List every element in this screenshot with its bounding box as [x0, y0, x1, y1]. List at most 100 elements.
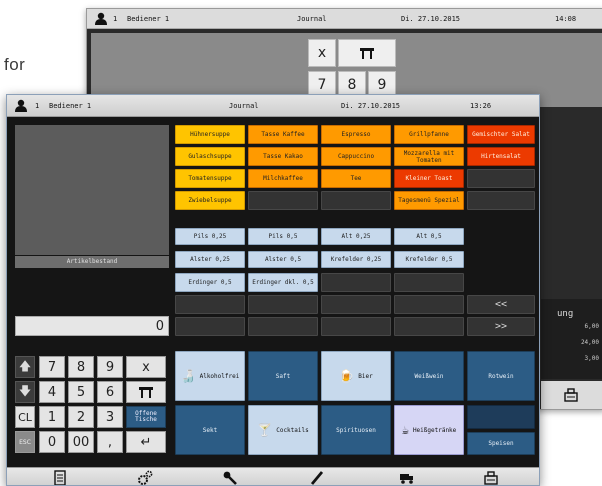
- back-side-label: ung: [557, 309, 574, 319]
- category-button[interactable]: Rotwein: [467, 351, 535, 401]
- page-prev-button[interactable]: <<: [467, 295, 535, 314]
- escape-button[interactable]: ESC: [15, 431, 35, 453]
- article-button[interactable]: Alt 0,25: [321, 228, 391, 245]
- empty-slot: [321, 317, 391, 336]
- back-user-number: 1: [113, 15, 118, 23]
- truck-icon[interactable]: [399, 470, 415, 486]
- key-3[interactable]: 3: [97, 406, 123, 428]
- date-display: Di. 27.10.2015: [341, 102, 401, 110]
- empty-slot: [394, 273, 464, 292]
- stock-label: Artikelbestand: [15, 256, 169, 268]
- key-0[interactable]: 0: [39, 431, 65, 453]
- user-icon: [15, 99, 27, 112]
- key-00[interactable]: 00: [68, 431, 94, 453]
- table-icon[interactable]: [126, 381, 166, 403]
- enter-icon[interactable]: ↵: [126, 431, 166, 453]
- beer-icon: 🍺: [339, 369, 355, 383]
- category-label: Heißgetränke: [412, 426, 457, 434]
- key-8[interactable]: 8: [68, 356, 94, 378]
- article-button[interactable]: Alster 0,25: [175, 251, 245, 268]
- back-amount: 3,00: [584, 355, 599, 362]
- back-amount: 24,00: [580, 339, 599, 346]
- background-text: for: [4, 55, 26, 74]
- article-button[interactable]: Gemischter Salat: [467, 125, 535, 144]
- back-title-bar: 1 Bediener 1 Journal Di. 27.10.2015 14:0…: [87, 9, 602, 29]
- register-icon[interactable]: [483, 470, 499, 486]
- category-button[interactable]: Weißwein: [394, 351, 464, 401]
- document-icon[interactable]: [52, 470, 68, 486]
- article-button[interactable]: Zwiebelsuppe: [175, 191, 245, 210]
- empty-slot: [394, 295, 464, 314]
- empty-slot: [394, 317, 464, 336]
- key-comma[interactable]: ,: [97, 431, 123, 453]
- title-bar: 1 Bediener 1 Journal Di. 27.10.2015 13:2…: [7, 95, 539, 117]
- article-button[interactable]: Hühnersuppe: [175, 125, 245, 144]
- cocktail-icon: 🍸: [257, 423, 273, 437]
- page-next-button[interactable]: >>: [467, 317, 535, 336]
- empty-slot: [248, 295, 318, 314]
- article-button[interactable]: Erdinger 0,5: [175, 273, 245, 292]
- article-button[interactable]: Krefelder 0,25: [321, 251, 391, 268]
- clear-button[interactable]: CL: [15, 406, 35, 428]
- category-button[interactable]: 🍶 Alkoholfrei: [175, 351, 245, 401]
- table-icon[interactable]: [338, 39, 396, 67]
- amount-display: 0: [15, 316, 169, 336]
- gears-icon[interactable]: [137, 470, 153, 486]
- article-button[interactable]: Cappuccino: [321, 147, 391, 166]
- category-button[interactable]: Sekt: [175, 405, 245, 455]
- key-9[interactable]: 9: [97, 356, 123, 378]
- empty-slot: [175, 317, 245, 336]
- article-button[interactable]: Tomatensuppe: [175, 169, 245, 188]
- empty-slot: [321, 273, 391, 292]
- window-title: Journal: [229, 102, 259, 110]
- back-amount: 6,00: [584, 323, 599, 330]
- article-button[interactable]: Kleiner Toast: [394, 169, 464, 188]
- article-button[interactable]: Alt 0,5: [394, 228, 464, 245]
- key-2[interactable]: 2: [68, 406, 94, 428]
- bottom-toolbar: [7, 467, 539, 486]
- key-1[interactable]: 1: [39, 406, 65, 428]
- back-key-times[interactable]: x: [308, 39, 336, 67]
- empty-slot: [248, 191, 318, 210]
- arrow-up-icon[interactable]: 🡅: [15, 356, 35, 378]
- article-button[interactable]: Erdinger dkl. 0,5: [248, 273, 318, 292]
- empty-slot: [467, 405, 535, 429]
- category-button[interactable]: ☕ Heißgetränke: [394, 405, 464, 455]
- article-button[interactable]: Gulaschsuppe: [175, 147, 245, 166]
- category-button[interactable]: Speisen: [467, 432, 535, 455]
- key-4[interactable]: 4: [39, 381, 65, 403]
- back-title: Journal: [297, 15, 327, 23]
- article-button[interactable]: Tee: [321, 169, 391, 188]
- article-button[interactable]: Tasse Kaffee: [248, 125, 318, 144]
- article-button[interactable]: Milchkaffee: [248, 169, 318, 188]
- category-button[interactable]: Spirituosen: [321, 405, 391, 455]
- pen-icon[interactable]: [309, 470, 325, 486]
- article-button[interactable]: Tagesmenü Spezial: [394, 191, 464, 210]
- key-7[interactable]: 7: [39, 356, 65, 378]
- category-label: Alkoholfrei: [199, 372, 240, 380]
- article-button[interactable]: Mozzarella mit Tomaten: [394, 147, 464, 166]
- wrench-icon[interactable]: [222, 470, 238, 486]
- empty-slot: [175, 295, 245, 314]
- category-button[interactable]: 🍺 Bier: [321, 351, 391, 401]
- article-button[interactable]: Tasse Kakao: [248, 147, 318, 166]
- category-button[interactable]: 🍸 Cocktails: [248, 405, 318, 455]
- order-display: [15, 125, 169, 255]
- article-button[interactable]: Pils 0,5: [248, 228, 318, 245]
- key-5[interactable]: 5: [68, 381, 94, 403]
- category-button[interactable]: Saft: [248, 351, 318, 401]
- key-6[interactable]: 6: [97, 381, 123, 403]
- open-tables-button[interactable]: Offene Tische: [126, 406, 166, 428]
- article-button[interactable]: Hirtensalat: [467, 147, 535, 166]
- arrow-down-icon[interactable]: 🡇: [15, 381, 35, 403]
- article-button[interactable]: Grillpfanne: [394, 125, 464, 144]
- article-button[interactable]: Pils 0,25: [175, 228, 245, 245]
- register-icon[interactable]: [563, 387, 579, 403]
- user-name: Bediener 1: [49, 102, 92, 110]
- article-button[interactable]: Krefelder 0,5: [394, 251, 464, 268]
- article-button[interactable]: Alster 0,5: [248, 251, 318, 268]
- back-time: 14:08: [555, 15, 577, 23]
- coffee-icon: ☕: [401, 423, 409, 437]
- key-times[interactable]: x: [126, 356, 166, 378]
- article-button[interactable]: Espresso: [321, 125, 391, 144]
